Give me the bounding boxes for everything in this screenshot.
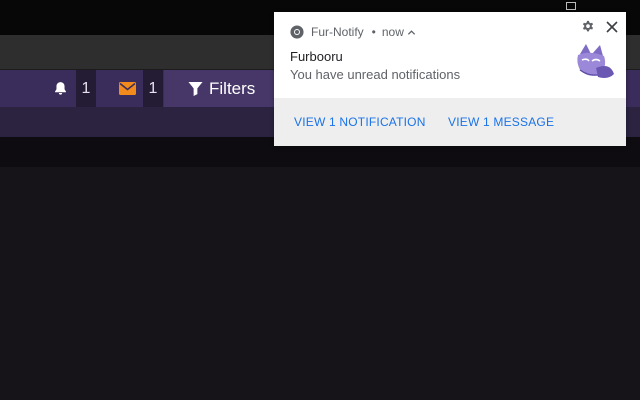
- notification-actions: VIEW 1 NOTIFICATION VIEW 1 MESSAGE: [274, 98, 626, 146]
- notifications-button[interactable]: [44, 70, 76, 107]
- gear-icon[interactable]: [581, 20, 595, 34]
- filters-label: Filters: [209, 78, 256, 98]
- notification-header: Fur-Notify • now: [290, 23, 416, 41]
- close-icon[interactable]: [605, 20, 619, 34]
- site-body: [0, 167, 640, 400]
- filters-button[interactable]: Filters: [164, 70, 274, 107]
- view-message-button[interactable]: VIEW 1 MESSAGE: [448, 98, 554, 146]
- message-count[interactable]: 1: [143, 70, 163, 107]
- chrome-icon: [290, 25, 304, 39]
- notification-app-name: Fur-Notify: [311, 25, 364, 39]
- browser-notification[interactable]: Fur-Notify • now Furbooru You have unrea…: [274, 12, 626, 146]
- notification-message: You have unread notifications: [290, 67, 461, 82]
- furbooru-fox-logo: [577, 44, 614, 78]
- messages-button[interactable]: [112, 70, 142, 107]
- notification-time: now: [381, 25, 404, 39]
- filter-icon: [188, 81, 203, 96]
- notification-separator: •: [371, 25, 376, 39]
- window-restore-icon[interactable]: [566, 2, 576, 10]
- envelope-icon: [118, 82, 136, 95]
- notification-title: Furbooru: [290, 49, 343, 64]
- chevron-up-icon[interactable]: [407, 28, 416, 37]
- notification-count[interactable]: 1: [76, 70, 96, 107]
- bell-icon: [54, 82, 66, 95]
- view-notification-button[interactable]: VIEW 1 NOTIFICATION: [294, 98, 426, 146]
